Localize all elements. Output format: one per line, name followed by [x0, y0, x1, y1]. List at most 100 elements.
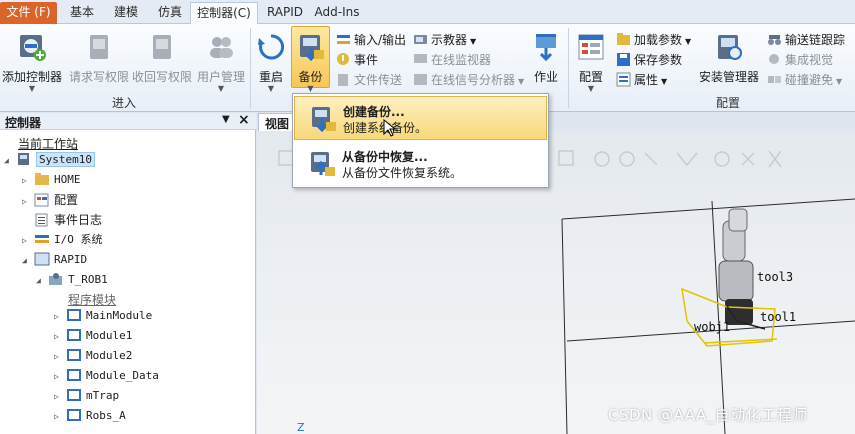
- expand-icon[interactable]: ▷: [22, 193, 34, 211]
- tab-simulation[interactable]: 仿真: [150, 2, 190, 24]
- tab-basic[interactable]: 基本: [62, 2, 102, 24]
- tree-item-system10[interactable]: ◢ System10: [4, 151, 95, 171]
- tree-item-module[interactable]: ▷ Module2: [54, 347, 132, 367]
- tree-item-label: HOME: [54, 173, 81, 186]
- revoke-write-button[interactable]: 收回写权限: [131, 28, 193, 102]
- view-tab[interactable]: 视图: [258, 113, 296, 131]
- tree-item-module[interactable]: ▷ MainModule: [54, 307, 152, 327]
- save-params-button[interactable]: 保存参数: [616, 51, 682, 69]
- floor-grid: [561, 198, 855, 434]
- load-params-button[interactable]: 加载参数 ▼: [616, 31, 691, 49]
- tree-item-rapid[interactable]: ◢ RAPID: [22, 251, 87, 271]
- online-monitor-button[interactable]: 在线监视器: [413, 51, 491, 69]
- expand-icon[interactable]: ▷: [22, 232, 34, 250]
- tree-item-label: 事件日志: [54, 213, 103, 227]
- collapse-icon[interactable]: ◢: [4, 152, 16, 170]
- ribbon-tab-bar: 文件 (F) 基本 建模 仿真 控制器(C) RAPID Add-Ins: [0, 0, 855, 25]
- tree-item-t-rob1[interactable]: ◢ T_ROB1: [36, 271, 108, 291]
- tree-item-label: System10: [36, 152, 95, 167]
- request-write-label: 请求写权限: [68, 70, 129, 84]
- add-controller-label: 添加控制器: [2, 70, 63, 84]
- integrated-vision-button[interactable]: 集成视觉: [767, 51, 833, 69]
- panel-close-icon[interactable]: ×: [238, 112, 250, 128]
- expand-icon[interactable]: ▷: [54, 308, 66, 326]
- configuration-label: 配置: [578, 70, 603, 84]
- backup-icon: [299, 35, 324, 62]
- tab-file[interactable]: 文件 (F): [0, 2, 57, 24]
- ribbon-separator: [250, 28, 251, 108]
- collision-avoidance-label: 碰撞避免: [785, 73, 834, 87]
- expand-icon[interactable]: ▷: [54, 328, 66, 346]
- request-write-button[interactable]: 请求写权限: [68, 28, 130, 102]
- user-management-button[interactable]: 用户管理 ▼: [194, 28, 248, 102]
- controller-add-icon: [20, 35, 46, 61]
- job-button[interactable]: 作业: [528, 28, 564, 102]
- expand-icon[interactable]: ▷: [54, 348, 66, 366]
- tree-item-io-system[interactable]: ▷ I/O 系统: [22, 231, 103, 251]
- tree-item-module[interactable]: ▷ mTrap: [54, 387, 119, 407]
- backup-dropdown-menu: 创建备份... 创建系统备份。 从备份中恢复... 从备份文件恢复系统。: [292, 93, 549, 188]
- file-transfer-button[interactable]: 文件传送: [336, 71, 402, 89]
- installation-manager-button[interactable]: 安装管理器: [698, 28, 760, 102]
- panel-pin-icon[interactable]: ▼: [222, 114, 230, 125]
- expand-icon[interactable]: ▷: [54, 408, 66, 426]
- event-button[interactable]: 事件: [336, 51, 378, 69]
- collision-avoidance-button[interactable]: 碰撞避免 ▼: [767, 71, 842, 89]
- group-label-config: 配置: [716, 96, 741, 110]
- tree-item-module[interactable]: ▷ Module1: [54, 327, 132, 347]
- conveyor-tracking-button[interactable]: 输送链跟踪: [767, 31, 845, 49]
- job-icon: [536, 34, 556, 62]
- tab-rapid[interactable]: RAPID: [262, 2, 308, 24]
- mouse-cursor-icon: [383, 119, 397, 137]
- tab-controller[interactable]: 控制器(C): [190, 2, 258, 25]
- watermark-text: CSDN @AAA_自动化工程师: [608, 406, 808, 424]
- tree-item-module[interactable]: ▷ Module_Data: [54, 367, 159, 387]
- teach-pendant-icon: [414, 35, 427, 44]
- online-signal-analyzer-button[interactable]: 在线信号分析器 ▼: [413, 71, 524, 89]
- tree-item-module[interactable]: ▷ Robs_A: [54, 407, 126, 427]
- collapse-icon[interactable]: ◢: [36, 272, 48, 290]
- restore-backup-menu-item[interactable]: 从备份中恢复... 从备份文件恢复系统。: [294, 142, 547, 186]
- collision-icon: [768, 76, 781, 83]
- tree-item-event-log[interactable]: 事件日志: [22, 211, 102, 231]
- backup-label: 备份: [298, 70, 323, 84]
- tab-addins[interactable]: Add-Ins: [312, 2, 362, 24]
- restart-label: 重启: [258, 70, 283, 84]
- expand-icon[interactable]: ▷: [22, 172, 34, 190]
- configuration-button[interactable]: 配置 ▼: [572, 28, 610, 102]
- expand-icon[interactable]: ▷: [54, 368, 66, 386]
- restart-button[interactable]: 重启 ▼: [252, 28, 290, 102]
- event-icon: [337, 53, 349, 65]
- io-icon: [35, 235, 49, 243]
- properties-icon: [616, 72, 631, 87]
- conveyor-tracking-label: 输送链跟踪: [785, 33, 846, 47]
- rapid-icon: [34, 252, 50, 266]
- file-transfer-label: 文件传送: [354, 73, 403, 87]
- tree-item-label: MainModule: [86, 309, 153, 322]
- io-button[interactable]: 输入/输出: [336, 31, 406, 49]
- tree-item-label: RAPID: [54, 253, 88, 266]
- expand-icon[interactable]: ▷: [54, 388, 66, 406]
- event-log-icon: [35, 213, 48, 227]
- module-icon: [67, 329, 81, 341]
- module-icon: [67, 389, 81, 401]
- installation-manager-icon: [718, 35, 742, 60]
- collapse-icon[interactable]: ◢: [22, 252, 34, 270]
- tree-item-home[interactable]: ▷ HOME: [22, 171, 81, 191]
- teach-pendant-button[interactable]: 示教器 ▼: [413, 31, 476, 49]
- io-label: 输入/输出: [354, 33, 407, 47]
- chevron-down-icon: ▼: [685, 37, 692, 46]
- add-controller-button[interactable]: 添加控制器 ▼: [2, 28, 62, 102]
- properties-button[interactable]: 属性 ▼: [616, 71, 667, 89]
- chevron-down-icon: ▼: [518, 77, 525, 86]
- controller-icon: [18, 153, 29, 165]
- create-backup-menu-item[interactable]: 创建备份... 创建系统备份。: [294, 96, 547, 140]
- revoke-write-icon: [153, 35, 171, 59]
- tab-modeling[interactable]: 建模: [106, 2, 146, 24]
- tree-item-configuration[interactable]: ▷ 配置: [22, 191, 78, 211]
- wobj-label: wobj1: [694, 320, 730, 334]
- chevron-down-icon: ▼: [217, 84, 225, 93]
- tree-item-label: I/O 系统: [54, 233, 103, 246]
- backup-button[interactable]: 备份 ▼: [291, 28, 330, 102]
- teach-pendant-label: 示教器: [431, 33, 468, 47]
